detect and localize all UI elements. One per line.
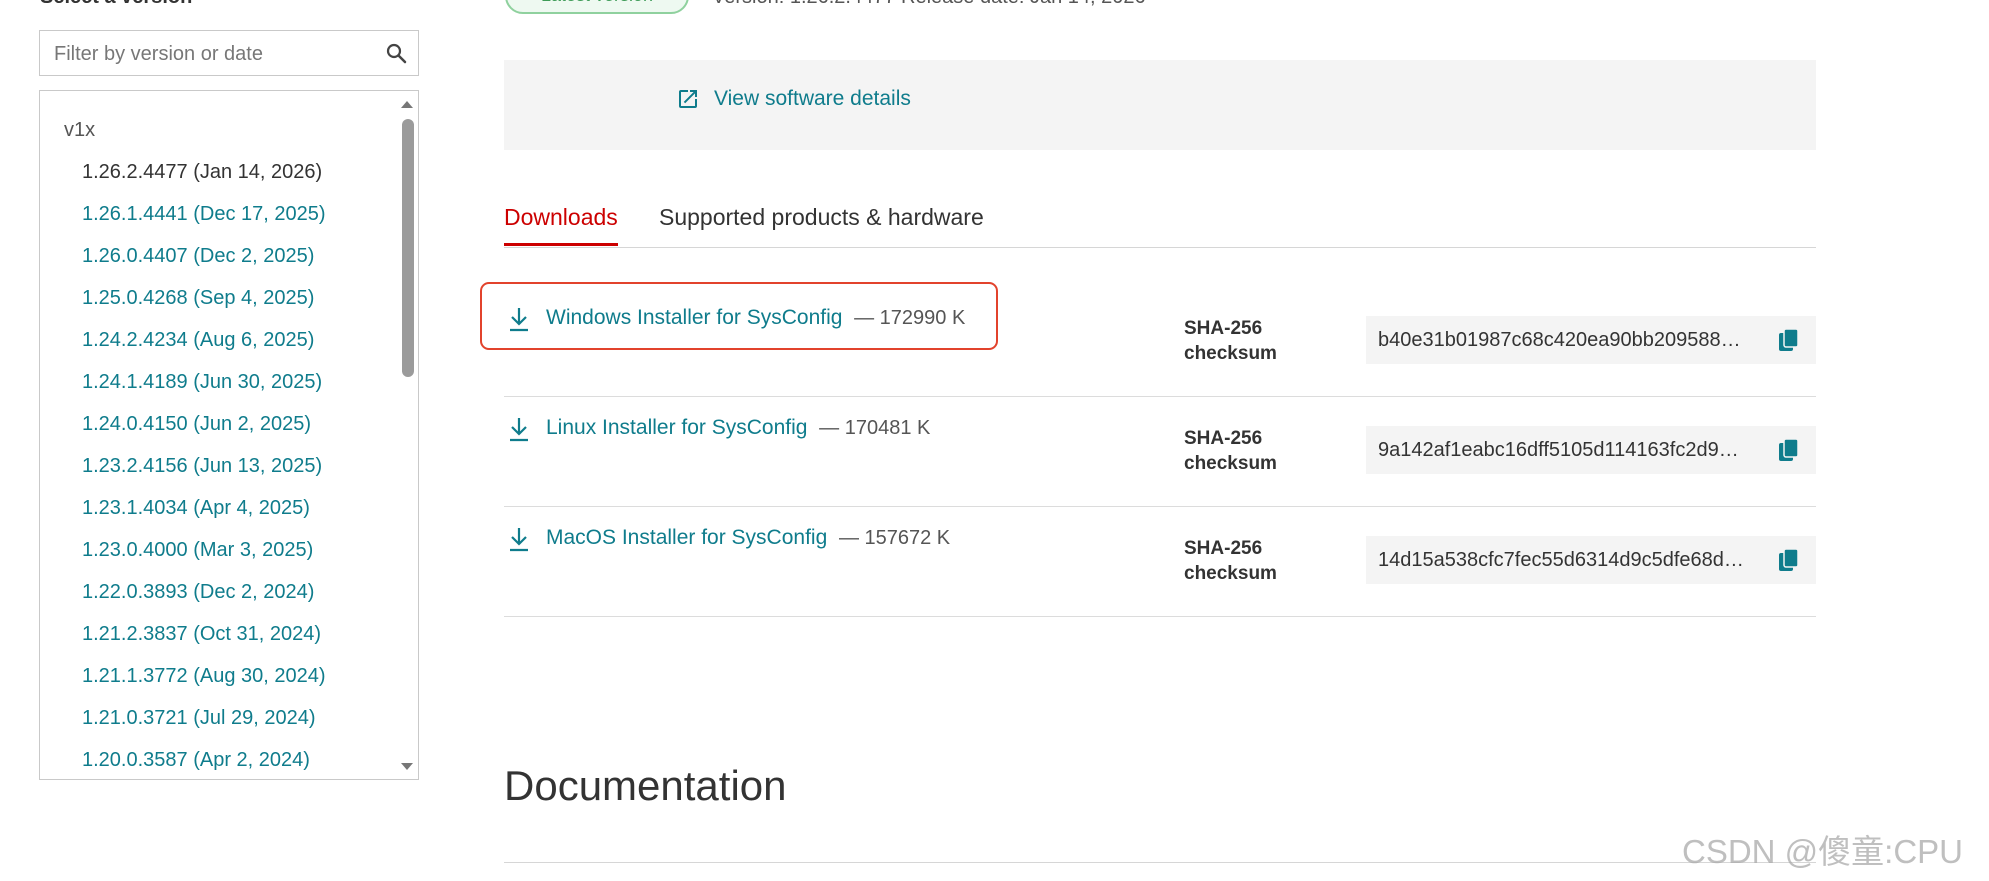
file-size: — 170481 K [819,417,931,439]
download-icon[interactable] [507,526,531,552]
download-link[interactable]: Windows Installer for SysConfig — 172990… [546,306,965,330]
version-item[interactable]: 1.21.2.3837 (Oct 31, 2024) [82,623,321,646]
copy-icon[interactable] [1778,438,1800,464]
sha-label: SHA-256 checksum [1184,428,1277,474]
version-item[interactable]: 1.24.1.4189 (Jun 30, 2025) [82,371,322,394]
view-software-details-label: View software details [714,87,911,110]
version-item[interactable]: 1.25.0.4268 (Sep 4, 2025) [82,287,314,310]
checksum-field: 9a142af1eabc16dff5105d114163fc2d9… [1366,426,1816,474]
file-size: — 172990 K [854,307,966,329]
view-software-details-link[interactable]: View software details [676,87,911,111]
scrollbar-thumb[interactable] [402,119,414,377]
version-item[interactable]: 1.21.1.3772 (Aug 30, 2024) [82,665,326,688]
software-details-panel: View software details [504,60,1816,150]
version-item[interactable]: 1.23.2.4156 (Jun 13, 2025) [82,455,322,478]
version-item[interactable]: 1.23.1.4034 (Apr 4, 2025) [82,497,310,520]
version-meta: Version: 1.26.2.4477 Release date: Jan 1… [712,0,1146,9]
download-row-windows: Windows Installer for SysConfig — 172990… [480,282,1816,397]
tab-bar: Downloads Supported products & hardware [504,198,1816,248]
version-filter[interactable] [39,30,419,77]
search-icon[interactable] [384,41,408,65]
scroll-down-arrow-icon[interactable] [401,763,413,770]
download-name[interactable]: Windows Installer for SysConfig [546,306,842,329]
download-icon[interactable] [507,416,531,442]
version-item[interactable]: 1.20.0.3587 (Apr 2, 2024) [82,749,310,772]
scrollbar[interactable] [398,91,418,779]
version-item-current[interactable]: 1.26.2.4477 (Jan 14, 2026) [82,161,322,184]
file-size: — 157672 K [838,527,951,549]
version-item[interactable]: 1.26.1.4441 (Dec 17, 2025) [82,203,326,226]
version-selector-label: Select a version [40,0,192,9]
version-item[interactable]: 1.22.0.3893 (Dec 2, 2024) [82,581,314,604]
checksum-value: b40e31b01987c68c420ea90bb209588… [1378,329,1741,351]
download-icon[interactable] [507,306,531,332]
download-name[interactable]: MacOS Installer for SysConfig [546,526,827,549]
version-item[interactable]: 1.24.2.4234 (Aug 6, 2025) [82,329,314,352]
tab-downloads[interactable]: Downloads [504,204,618,246]
divider [504,862,1816,863]
download-row-macos: MacOS Installer for SysConfig — 157672 K… [504,506,1816,617]
version-item[interactable]: 1.21.0.3721 (Jul 29, 2024) [82,707,316,730]
latest-version-badge: Latest version [505,0,689,14]
scroll-up-arrow-icon[interactable] [401,101,413,108]
download-row-linux: Linux Installer for SysConfig — 170481 K… [504,396,1816,507]
tab-supported-products[interactable]: Supported products & hardware [659,204,984,231]
sha-label: SHA-256 checksum [1184,318,1277,364]
version-list[interactable]: v1x 1.26.2.4477 (Jan 14, 2026) 1.26.1.44… [39,90,419,780]
documentation-heading: Documentation [504,762,787,809]
version-item[interactable]: 1.26.0.4407 (Dec 2, 2025) [82,245,314,268]
version-group-label: v1x [64,119,96,141]
checksum-value: 9a142af1eabc16dff5105d114163fc2d9… [1378,439,1739,461]
download-link[interactable]: Linux Installer for SysConfig — 170481 K [546,416,930,440]
download-link[interactable]: MacOS Installer for SysConfig — 157672 K [546,526,950,550]
version-item[interactable]: 1.24.0.4150 (Jun 2, 2025) [82,413,311,436]
sha-label: SHA-256 checksum [1184,538,1277,584]
copy-icon[interactable] [1778,548,1800,574]
download-name[interactable]: Linux Installer for SysConfig [546,416,807,439]
checksum-field: b40e31b01987c68c420ea90bb209588… [1366,316,1816,364]
checksum-field: 14d15a538cfc7fec55d6314d9c5dfe68d… [1366,536,1816,584]
external-link-icon [679,90,697,108]
watermark: CSDN @傻童:CPU [1682,833,1964,870]
copy-icon[interactable] [1778,328,1800,354]
checksum-value: 14d15a538cfc7fec55d6314d9c5dfe68d… [1378,549,1744,571]
version-filter-input[interactable] [52,31,376,77]
version-item[interactable]: 1.23.0.4000 (Mar 3, 2025) [82,539,313,562]
